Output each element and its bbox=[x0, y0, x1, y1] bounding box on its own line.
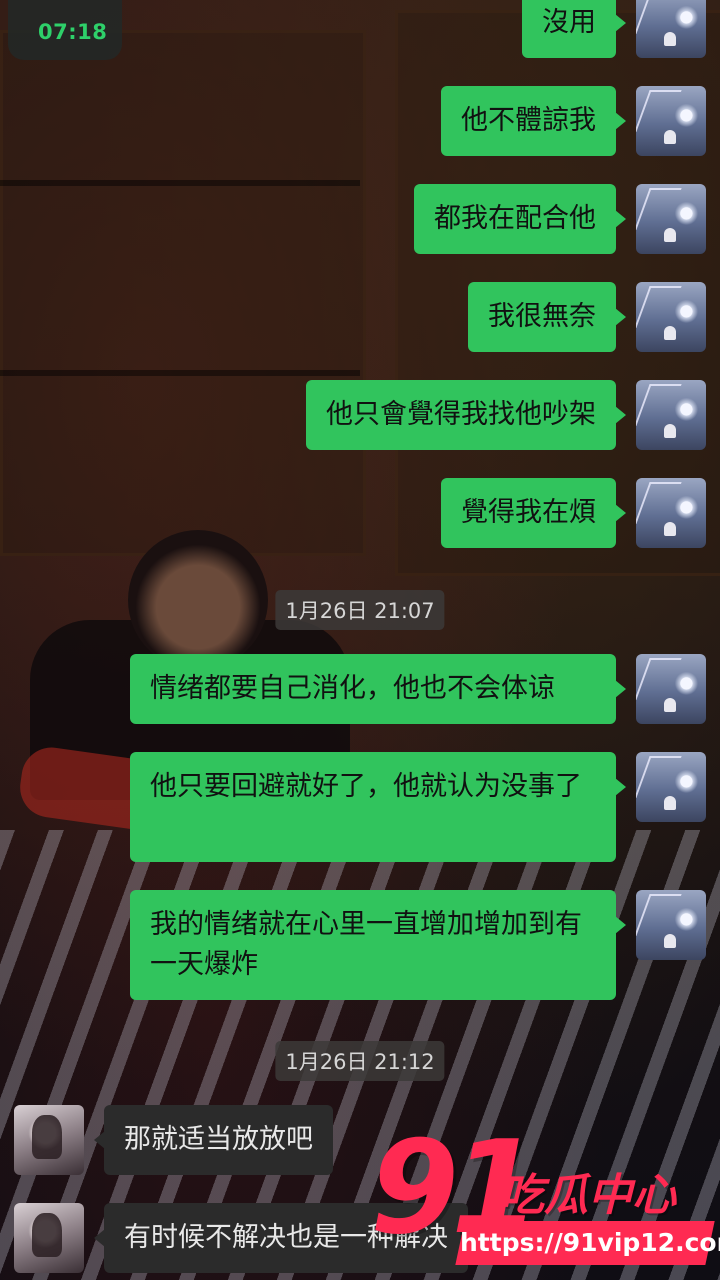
watermark-url-text: https://91vip12.com bbox=[460, 1228, 720, 1257]
message-bubble-outgoing[interactable]: 他只會覺得我找他吵架 bbox=[306, 380, 626, 450]
chat-thread[interactable]: 沒用 他不體諒我 都我在配合他 我很無奈 他只會覺得我找他吵架 覺得我在煩 1月… bbox=[0, 0, 720, 1280]
message-bubble-outgoing[interactable]: 他只要回避就好了，他就认为没事了 bbox=[130, 752, 626, 862]
timestamp-divider: 1月26日 21:12 bbox=[275, 1041, 445, 1081]
contact-avatar[interactable] bbox=[14, 1105, 84, 1175]
my-avatar[interactable] bbox=[636, 752, 706, 822]
my-avatar[interactable] bbox=[636, 282, 706, 352]
my-avatar[interactable] bbox=[636, 0, 706, 58]
my-avatar[interactable] bbox=[636, 478, 706, 548]
my-avatar[interactable] bbox=[636, 380, 706, 450]
message-bubble-outgoing[interactable]: 我的情绪就在心里一直增加增加到有一天爆炸 bbox=[130, 890, 626, 1000]
my-avatar[interactable] bbox=[636, 654, 706, 724]
contact-avatar[interactable] bbox=[14, 1203, 84, 1273]
my-avatar[interactable] bbox=[636, 890, 706, 960]
message-bubble-outgoing[interactable]: 都我在配合他 bbox=[414, 184, 626, 254]
timestamp-divider: 1月26日 21:07 bbox=[275, 590, 445, 630]
message-bubble-incoming[interactable]: 那就适当放放吧 bbox=[94, 1105, 333, 1175]
message-bubble-outgoing[interactable]: 覺得我在煩 bbox=[441, 478, 626, 548]
message-bubble-outgoing[interactable]: 情绪都要自己消化，他也不会体谅 bbox=[130, 654, 626, 724]
my-avatar[interactable] bbox=[636, 184, 706, 254]
message-bubble-outgoing[interactable]: 沒用 bbox=[522, 0, 626, 58]
my-avatar[interactable] bbox=[636, 86, 706, 156]
message-bubble-outgoing[interactable]: 我很無奈 bbox=[468, 282, 626, 352]
watermark-brand: 吃瓜中心 bbox=[500, 1170, 676, 1221]
watermark-logo: 91 吃瓜中心 https://91vip12.com bbox=[370, 1125, 720, 1275]
watermark-url: https://91vip12.com bbox=[455, 1221, 720, 1265]
message-bubble-outgoing[interactable]: 他不體諒我 bbox=[441, 86, 626, 156]
